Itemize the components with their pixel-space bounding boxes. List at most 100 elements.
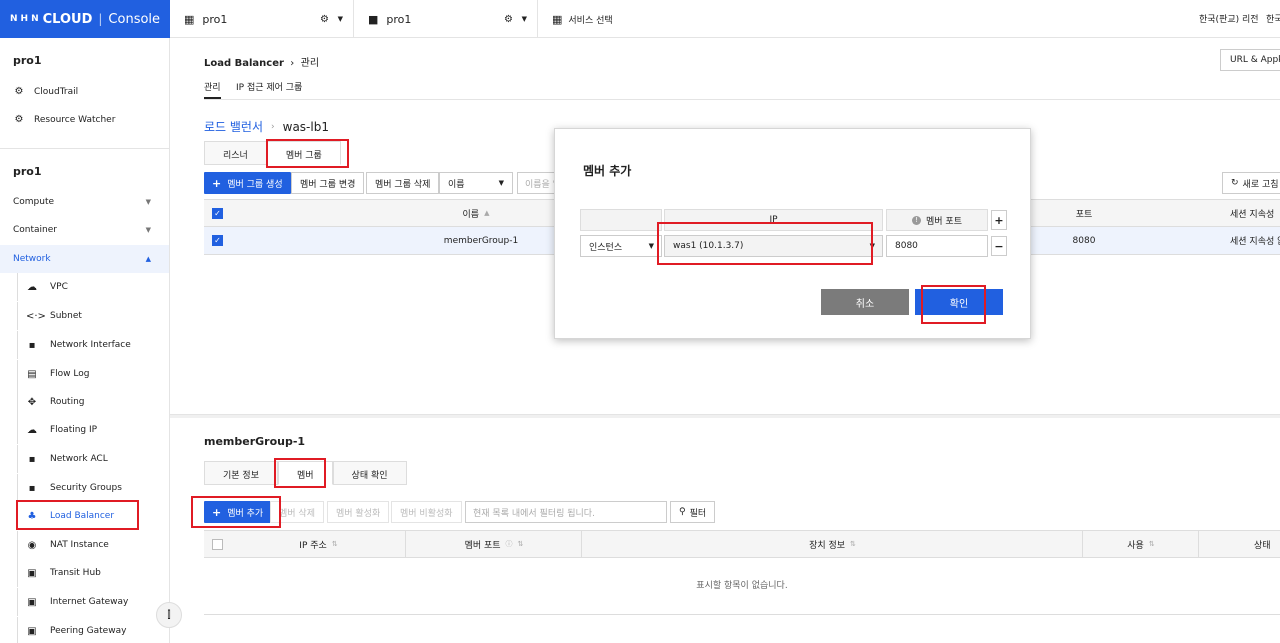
column-enabled[interactable]: 사용 ⇅ xyxy=(1084,531,1199,557)
sidebar-item-label: Floating IP xyxy=(50,425,98,435)
sort-icon: ▲ xyxy=(484,209,490,217)
select-all-checkbox[interactable] xyxy=(212,531,223,557)
filter-button[interactable]: ⚲ 필터 xyxy=(670,501,716,523)
region-select[interactable]: 한국(판교) 리전 xyxy=(1199,12,1259,25)
logo-cloud: CLOUD xyxy=(42,11,93,27)
sidebar-item-label: Security Groups xyxy=(50,483,122,493)
lb-name: was-lb1 xyxy=(282,119,329,134)
member-port-input[interactable]: 8080 xyxy=(886,235,988,257)
tab-basic-info[interactable]: 기본 정보 xyxy=(204,461,278,485)
code-icon: <·> xyxy=(26,310,46,322)
button-label: 새로 고침 xyxy=(1242,179,1279,190)
breadcrumb-service[interactable]: Load Balancer xyxy=(204,58,284,69)
sidebar-item-label: Routing xyxy=(50,397,85,407)
sidebar-item-label: VPC xyxy=(50,282,68,292)
create-member-group-button[interactable]: + 멤버 그룹 생성 xyxy=(204,172,291,194)
project-tab[interactable]: ■ pro1 ⚙ ▼ xyxy=(354,0,538,38)
logo-nhn: NHN xyxy=(10,14,42,24)
sidebar-item-nat-instance[interactable]: ◉ NAT Instance xyxy=(17,531,169,559)
floating-cloud-icon: ☁ xyxy=(27,424,37,436)
refresh-button[interactable]: ↻ 새로 고침 xyxy=(1222,172,1280,194)
org-project-tab[interactable]: ▦ pro1 ⚙ ▼ xyxy=(170,0,354,38)
trail-icon: ⚙ xyxy=(14,86,24,97)
modify-member-group-button[interactable]: 멤버 그룹 변경 xyxy=(291,172,365,194)
add-row-button[interactable]: + xyxy=(991,210,1007,230)
sidebar-item-peering-gateway[interactable]: ▣ Peering Gateway xyxy=(17,617,169,643)
sidebar-category-container[interactable]: Container ▼ xyxy=(0,216,169,244)
chevron-down-icon[interactable]: ▼ xyxy=(522,15,527,23)
column-label: 이름 xyxy=(462,209,480,220)
sidebar-item-network-interface[interactable]: ▪ Network Interface xyxy=(17,331,169,359)
lb-list-link[interactable]: 로드 밸런서 xyxy=(204,118,263,135)
row-checkbox[interactable]: ✓ xyxy=(212,227,223,254)
sidebar-item-cloudtrail[interactable]: ⚙ CloudTrail xyxy=(13,86,79,97)
sidebar-item-vpc[interactable]: ☁ VPC xyxy=(17,273,169,301)
info-icon: ! xyxy=(912,215,921,225)
highlight-box xyxy=(274,458,326,488)
column-status[interactable]: 상태 xyxy=(1254,531,1271,557)
sidebar-item-resource-watcher[interactable]: ⚙ Resource Watcher xyxy=(13,114,116,125)
gear-icon[interactable]: ⚙ xyxy=(504,14,513,25)
modal-column-type xyxy=(580,209,662,231)
column-session[interactable]: 세션 지속성 xyxy=(1230,200,1274,226)
remove-row-button[interactable]: − xyxy=(991,236,1007,256)
modal-title: 멤버 추가 xyxy=(583,164,632,178)
sidebar-category-network[interactable]: Network ▲ xyxy=(0,245,169,273)
tab-health-check[interactable]: 상태 확인 xyxy=(332,461,407,485)
highlight-box xyxy=(921,285,986,324)
empty-message: 표시할 항목이 없습니다. xyxy=(696,581,788,591)
member-filter-input[interactable]: 현재 목록 내에서 필터링 됩니다. xyxy=(465,501,667,523)
url-appkey-button[interactable]: URL & Appkey xyxy=(1220,49,1280,71)
checkbox-icon xyxy=(212,538,223,550)
top-bar: NHN CLOUD | Console ▦ pro1 ⚙ ▼ ■ pro1 ⚙ … xyxy=(0,0,1280,38)
sidebar-item-label: CloudTrail xyxy=(34,86,79,97)
column-label: 사용 xyxy=(1127,540,1144,551)
cloud-icon: ☁ xyxy=(27,281,37,293)
column-label: 멤버 포트 xyxy=(926,216,962,227)
select-all-checkbox[interactable]: ✓ xyxy=(212,200,223,226)
sidebar-divider xyxy=(0,148,169,149)
member-type-select[interactable]: 인스턴스 ▼ xyxy=(580,235,662,257)
detail-panel-divider[interactable] xyxy=(170,414,1280,418)
acl-icon: ▪ xyxy=(28,453,36,465)
sidebar-category-compute[interactable]: Compute ▼ xyxy=(0,188,169,216)
column-ip[interactable]: IP 주소 ⇅ xyxy=(232,531,406,557)
sidebar-item-routing[interactable]: ✥ Routing xyxy=(17,388,169,416)
disable-member-button[interactable]: 멤버 비활성화 xyxy=(391,501,462,523)
chevron-down-icon[interactable]: ▼ xyxy=(338,15,343,23)
column-port[interactable]: 포트 xyxy=(1044,200,1124,226)
logo-separator: | xyxy=(98,12,103,26)
enable-member-button[interactable]: 멤버 활성화 xyxy=(327,501,390,523)
folder-icon: ■ xyxy=(368,12,379,26)
filter-field-select[interactable]: 이름 ▼ xyxy=(439,172,513,194)
member-table-header: IP 주소 ⇅ 멤버 포트 ⓘ ⇅ 장치 정보 ⇅ 사용 ⇅ 상태 xyxy=(204,530,1280,558)
column-member-port[interactable]: 멤버 포트 ⓘ ⇅ xyxy=(407,531,582,557)
delete-member-group-button[interactable]: 멤버 그룹 삭제 xyxy=(366,172,440,194)
sidebar-item-subnet[interactable]: <·> Subnet xyxy=(17,302,169,330)
member-group-detail-title: memberGroup-1 xyxy=(204,435,306,448)
plus-icon: + xyxy=(994,213,1004,227)
sidebar-item-floating-ip[interactable]: ☁ Floating IP xyxy=(17,416,169,444)
gear-icon[interactable]: ⚙ xyxy=(320,14,329,25)
sidebar-item-network-acl[interactable]: ▪ Network ACL xyxy=(17,445,169,473)
language-select[interactable]: 한국 xyxy=(1266,12,1280,25)
highlight-box xyxy=(16,500,139,530)
column-device-info[interactable]: 장치 정보 ⇅ xyxy=(583,531,1083,557)
sidebar-item-security-groups[interactable]: ▪ Security Groups xyxy=(17,474,169,502)
tab-ip-acl-group[interactable]: IP 접근 제어 그룹 xyxy=(236,80,302,93)
sidebar-item-flow-log[interactable]: ▤ Flow Log xyxy=(17,360,169,388)
sidebar-item-label: Network ACL xyxy=(50,454,108,464)
sidebar-item-transit-hub[interactable]: ▣ Transit Hub xyxy=(17,559,169,587)
tab-manage[interactable]: 관리 xyxy=(204,80,221,99)
column-label: IP 주소 xyxy=(299,540,327,551)
tab-listener[interactable]: 리스너 xyxy=(204,141,267,165)
cancel-button[interactable]: 취소 xyxy=(821,289,909,315)
highlight-box xyxy=(657,222,873,265)
watcher-icon: ⚙ xyxy=(14,114,24,125)
service-select[interactable]: ▦ 서비스 선택 xyxy=(540,0,613,38)
sort-icon: ⇅ xyxy=(517,540,524,548)
category-label: Compute xyxy=(13,197,55,207)
column-label: 장치 정보 xyxy=(809,540,846,551)
console-logo[interactable]: NHN CLOUD | Console xyxy=(0,0,170,38)
sidebar-item-internet-gateway[interactable]: ▣ Internet Gateway xyxy=(17,588,169,616)
